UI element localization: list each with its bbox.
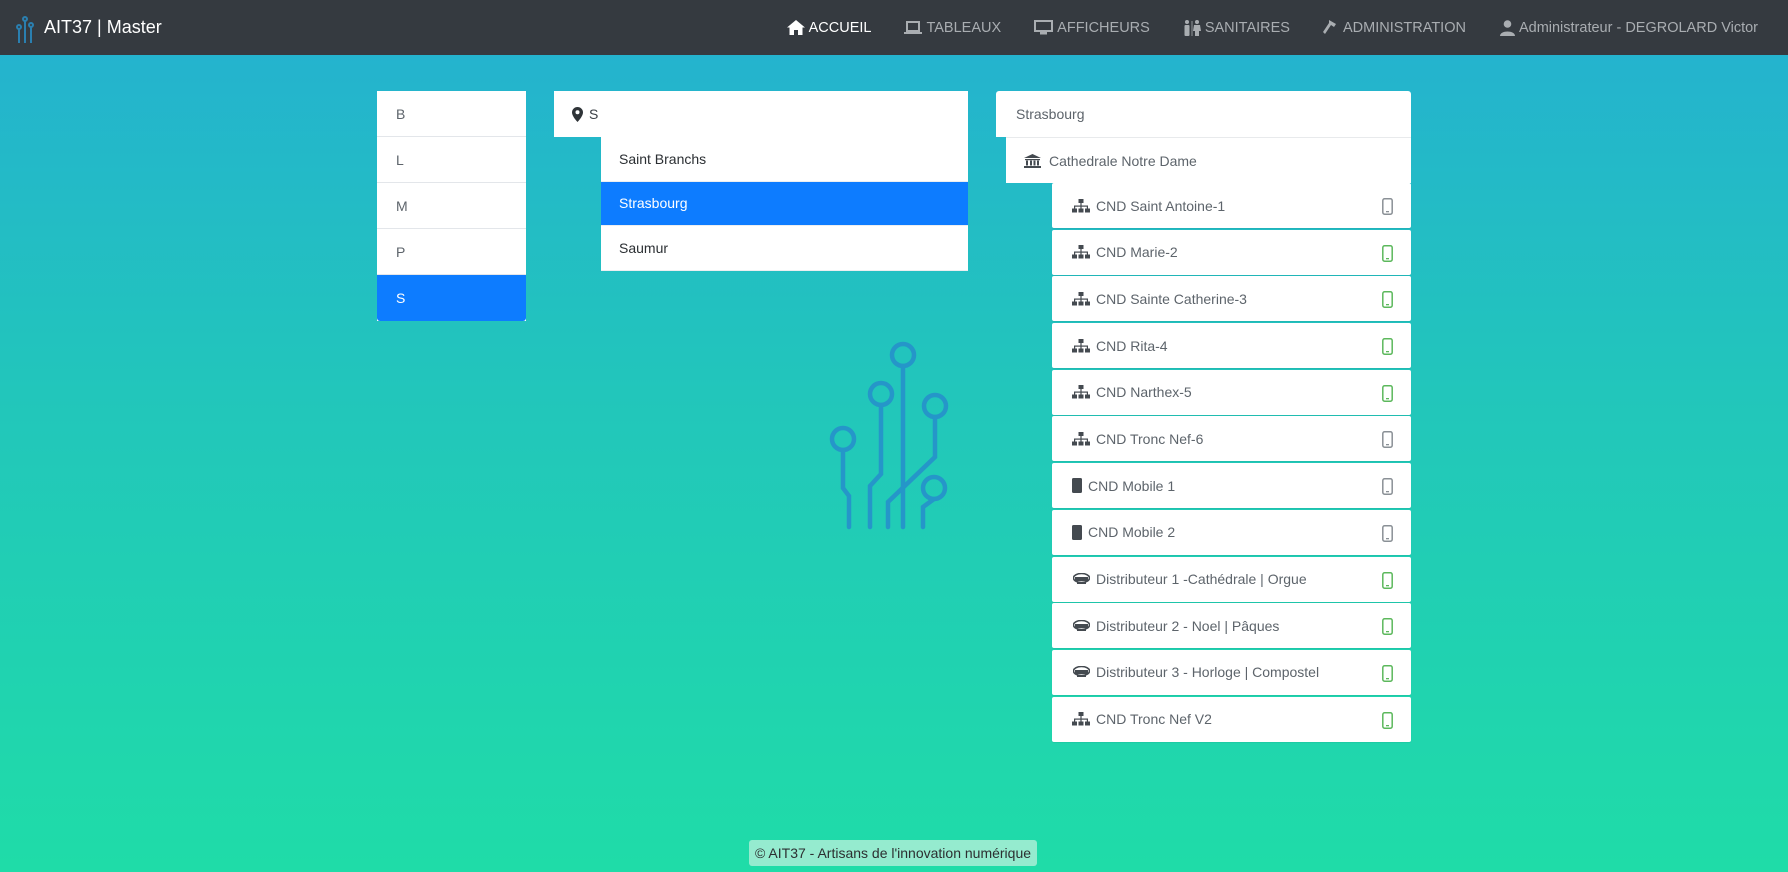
mobile-status-icon[interactable] (1382, 571, 1393, 592)
device-item[interactable]: Distributeur 2 - Noel | Pâques (1052, 603, 1411, 649)
letter-item-p[interactable]: P (377, 229, 526, 275)
footer-copyright: © AIT37 - Artisans de l'innovation numér… (749, 840, 1038, 866)
sitemap-icon (1071, 385, 1091, 399)
device-label: CND Mobile 1 (1088, 477, 1176, 494)
device-label: CND Narthex-5 (1096, 384, 1192, 401)
device-label: CND Saint Antoine-1 (1096, 197, 1226, 214)
device-label: Distributeur 3 - Horloge | Compostel (1096, 664, 1320, 681)
mobile-status-icon[interactable] (1382, 524, 1393, 545)
device-item[interactable]: CND Mobile 2 (1052, 509, 1411, 555)
mobile-status-icon[interactable] (1382, 478, 1393, 498)
device-label: CND Sainte Catherine-3 (1096, 290, 1247, 307)
sitemap-icon (1071, 431, 1091, 446)
nav-afficheurs[interactable]: AFFICHEURS (1034, 20, 1150, 36)
device-item[interactable]: CND Saint Antoine-1 (1052, 183, 1411, 228)
sitemap-icon (1071, 245, 1091, 259)
device-item[interactable]: Distributeur 1 -Cathédrale | Orgue (1052, 556, 1411, 602)
nav-administration-label: ADMINISTRATION (1342, 19, 1466, 36)
distributor-icon (1071, 666, 1091, 678)
sitemap-icon (1071, 291, 1091, 306)
nav-accueil[interactable]: ACCUEIL (786, 19, 872, 36)
city-item-strasbourg[interactable]: Strasbourg (601, 181, 968, 226)
mobile-status-icon[interactable] (1382, 198, 1393, 218)
sitemap-icon (1071, 338, 1091, 353)
top-navbar: AIT37 | Master ACCUEIL TABLEAUX AFFICHEU… (0, 0, 1788, 55)
city-list: Saint Branchs Strasbourg Saumur (601, 137, 968, 271)
desktop-monitor-icon (1034, 20, 1054, 35)
distributor-icon (1071, 573, 1091, 585)
letter-item-s[interactable]: S (377, 275, 526, 321)
map-marker-icon (572, 106, 583, 122)
mobile-device-icon (1071, 524, 1083, 540)
building-icon (1024, 153, 1041, 168)
nav-user-label: Administrateur - DEGROLARD Victor (1518, 19, 1758, 36)
device-label: Distributeur 1 -Cathédrale | Orgue (1096, 571, 1307, 587)
device-item[interactable]: CND Marie-2 (1052, 229, 1411, 275)
nav-tableaux[interactable]: TABLEAUX (904, 20, 1001, 36)
device-item[interactable]: CND Rita-4 (1052, 323, 1411, 369)
device-item[interactable]: CND Tronc Nef V2 (1052, 696, 1411, 742)
mobile-status-icon[interactable] (1382, 711, 1393, 732)
user-icon (1499, 19, 1515, 36)
nav-administration[interactable]: ADMINISTRATION (1322, 19, 1466, 36)
search-value: S (589, 106, 599, 122)
mobile-status-icon[interactable] (1382, 291, 1393, 311)
home-icon (786, 20, 805, 35)
device-label: Distributeur 2 - Noel | Pâques (1096, 617, 1280, 634)
distributor-icon (1071, 619, 1091, 632)
nav-user-menu[interactable]: Administrateur - DEGROLARD Victor (1499, 19, 1758, 36)
tree-site-item[interactable]: Cathedrale Notre Dame (1006, 137, 1411, 183)
city-item-saumur[interactable]: Saumur (601, 226, 968, 271)
device-label: CND Tronc Nef V2 (1096, 711, 1212, 728)
city-search-field[interactable]: S (554, 91, 968, 137)
nav-accueil-label: ACCUEIL (808, 19, 872, 36)
mobile-device-icon (1071, 478, 1083, 494)
ait37-circuit-logo (829, 341, 949, 530)
letter-item-b[interactable]: B (377, 91, 526, 137)
mobile-status-icon[interactable] (1382, 338, 1393, 358)
mobile-status-icon[interactable] (1382, 244, 1393, 265)
nav-afficheurs-label: AFFICHEURS (1057, 19, 1150, 36)
nav-sanitaires[interactable]: SANITAIRES (1183, 19, 1290, 36)
laptop-icon (904, 20, 923, 34)
device-item[interactable]: CND Sainte Catherine-3 (1052, 276, 1411, 322)
nav-tableaux-label: TABLEAUX (926, 19, 1002, 36)
device-list: CND Saint Antoine-1 CND Marie-2 CND Sainte… (1052, 183, 1411, 743)
device-item[interactable]: Distributeur 3 - Horloge | Compostel (1052, 649, 1411, 695)
device-item[interactable]: CND Tronc Nef-6 (1052, 416, 1411, 462)
device-item[interactable]: CND Narthex-5 (1052, 369, 1411, 415)
device-item[interactable]: CND Mobile 1 (1052, 463, 1411, 509)
tree-city-header[interactable]: Strasbourg (996, 91, 1411, 137)
brand-title: AIT37 | Master (44, 17, 162, 37)
nav-sanitaires-label: SANITAIRES (1204, 19, 1290, 36)
city-item-saint-branchs[interactable]: Saint Branchs (601, 137, 968, 182)
sitemap-icon (1071, 198, 1091, 213)
restroom-icon (1184, 19, 1201, 36)
hammer-icon (1322, 19, 1336, 34)
tree-site-label: Cathedrale Notre Dame (1049, 152, 1197, 169)
mobile-status-icon[interactable] (1382, 664, 1393, 685)
mobile-status-icon[interactable] (1382, 431, 1393, 451)
mobile-status-icon[interactable] (1382, 384, 1393, 405)
device-label: CND Rita-4 (1096, 337, 1168, 354)
device-label: CND Mobile 2 (1088, 524, 1176, 541)
device-label: CND Marie-2 (1096, 244, 1178, 261)
letter-item-l[interactable]: L (377, 137, 526, 183)
device-label: CND Tronc Nef-6 (1096, 430, 1204, 447)
brand[interactable]: AIT37 | Master (14, 13, 162, 43)
letter-filter-list: B L M P S (377, 91, 526, 321)
letter-item-m[interactable]: M (377, 183, 526, 229)
mobile-status-icon[interactable] (1382, 618, 1393, 638)
sitemap-icon (1071, 712, 1091, 726)
brand-logo-icon (16, 15, 34, 43)
